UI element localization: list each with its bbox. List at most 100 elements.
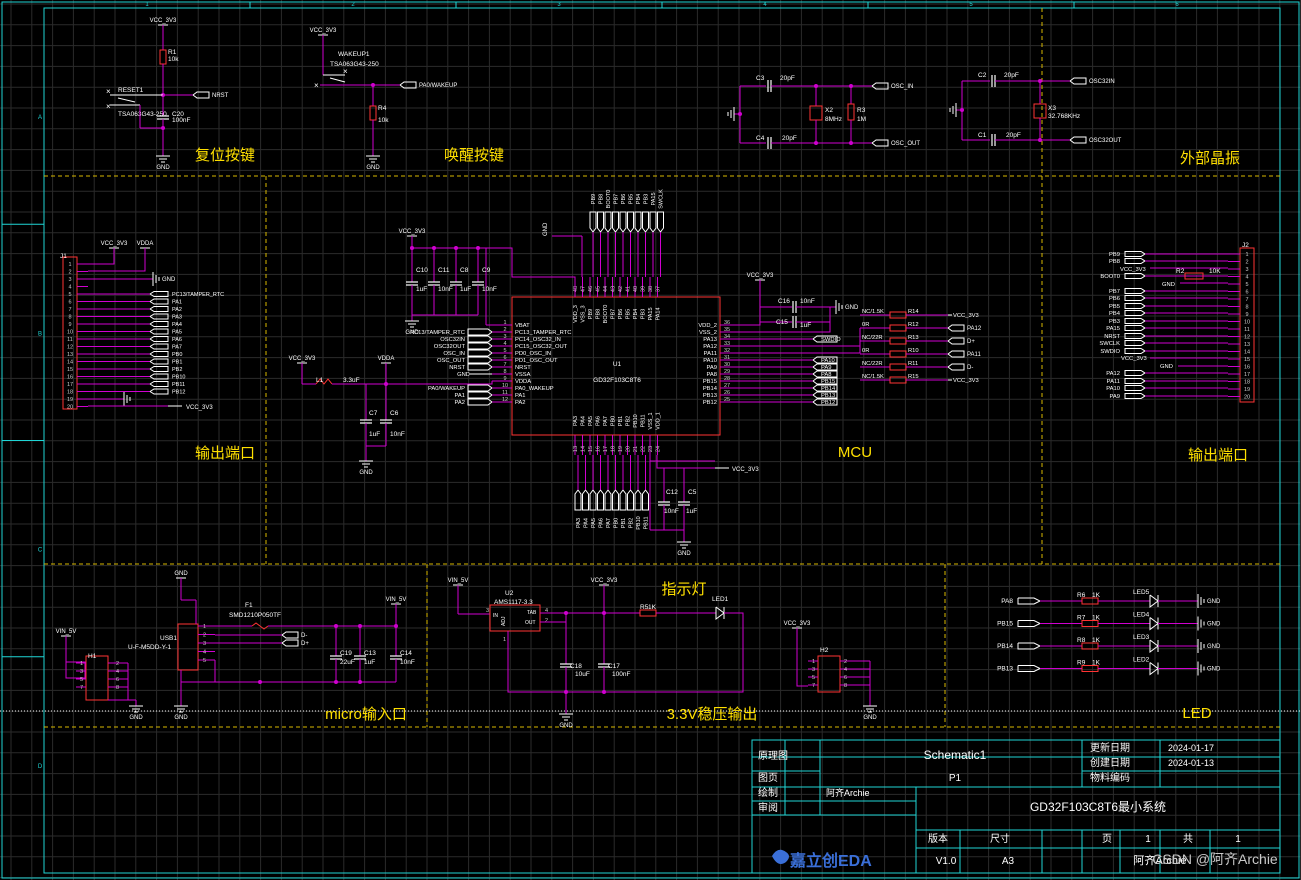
led-symbol: [715, 606, 725, 620]
ref-designator: J1: [60, 253, 67, 260]
net-port: [149, 351, 169, 357]
pin-number: 3: [203, 641, 206, 647]
pin-name: OUT: [525, 620, 536, 626]
pin-name: PB9: [588, 309, 594, 319]
pin-number: 15: [1244, 357, 1250, 363]
wire: [740, 280, 761, 326]
pin-number: 39: [641, 286, 647, 292]
component-value: 10k: [378, 117, 389, 124]
page-number: 1: [1145, 834, 1151, 845]
net-label: PA10: [821, 358, 835, 364]
pin-name: PC14_OSC32_IN: [515, 337, 561, 343]
net-label: PA0/WAKEUP: [428, 386, 465, 392]
net-port: [149, 328, 169, 335]
pin-number: 18: [67, 390, 73, 396]
pin-number: 19: [618, 446, 624, 452]
crystal: [1033, 103, 1047, 119]
column-marker: 4: [763, 2, 767, 8]
pin-number: 4: [844, 667, 847, 673]
pin-name: IN: [493, 613, 498, 619]
resistor: [889, 363, 907, 371]
watermark: CSDN @阿齐Archie: [1152, 851, 1278, 867]
pin-number: 15: [67, 367, 73, 373]
section-title-output-right: 输出端口: [1188, 447, 1248, 464]
no-connect: ×: [343, 67, 348, 76]
net-port: [627, 211, 634, 233]
ref-designator: L1: [316, 377, 324, 384]
junction-dot: [849, 84, 853, 88]
column-marker: 5: [969, 2, 973, 8]
pin-number: 4: [1245, 275, 1248, 281]
junction-dot: [258, 680, 262, 684]
ground-label: GND: [1207, 622, 1221, 628]
net-port: [1069, 136, 1087, 144]
pin-number: 18: [611, 446, 617, 452]
ref-designator: C15: [776, 319, 788, 326]
net-label: PB8: [1109, 259, 1120, 265]
component-value: 0R: [862, 348, 869, 354]
pin-number: 44: [603, 286, 609, 292]
net-label: PB6: [621, 194, 627, 204]
power-label: VCC_3V3: [289, 356, 316, 362]
junction-dot: [564, 611, 568, 615]
component-value: 1K: [1092, 592, 1101, 599]
pin-number: 10: [1244, 320, 1250, 326]
net-port: [612, 211, 619, 233]
resistor: [889, 350, 907, 358]
pin-name: PC13_TAMPER_RTC: [515, 330, 571, 336]
pin-number: 12: [502, 397, 508, 403]
ref-designator: F1: [245, 602, 253, 609]
ref-designator: C18: [570, 663, 582, 670]
ref-designator: R2: [1176, 268, 1185, 275]
ref-designator: C9: [482, 267, 491, 274]
net-port: [582, 489, 589, 511]
net-port: [1124, 288, 1146, 294]
pin-number: 20: [1244, 395, 1250, 401]
pin-name: TAB: [527, 610, 537, 616]
junction-dot: [454, 246, 458, 250]
net-port: [1124, 393, 1146, 399]
pin-number: 7: [812, 683, 815, 689]
section-title-indicator: 指示灯: [661, 581, 706, 598]
pin-number: 14: [581, 446, 587, 452]
component-value: 1uF: [686, 508, 697, 515]
pin-name: BOOT0: [603, 305, 609, 324]
net-port: [947, 337, 965, 345]
component-value: U-F-M5DD-Y-1: [128, 644, 171, 651]
net-port: [619, 211, 627, 233]
pin-number: 13: [1244, 342, 1250, 348]
junction-dot: [334, 680, 338, 684]
ref-designator: R8: [1077, 637, 1086, 644]
pin-name: PA11: [704, 351, 717, 357]
pin-name: PA4: [581, 416, 587, 426]
power-label: VCC_3V3: [784, 621, 811, 627]
net-port: [627, 489, 634, 511]
net-port: [149, 388, 169, 395]
pin-number: 1: [68, 262, 71, 268]
row-marker: D: [38, 764, 43, 770]
pin-number: 47: [581, 286, 587, 292]
ground-label: GND: [405, 330, 419, 336]
component-value: NC/22R: [862, 361, 883, 367]
pin-number: 17: [603, 446, 609, 452]
wire: [88, 248, 146, 272]
pin-number: 16: [67, 375, 73, 381]
net-label: PA4: [584, 518, 590, 528]
net-label: SWDIO: [1100, 349, 1120, 355]
net-port: [1124, 340, 1146, 346]
net-label: PB10: [636, 516, 642, 529]
wire: [740, 341, 861, 354]
net-label: PA1: [172, 300, 182, 306]
net-port: [149, 366, 169, 372]
usb-connector: [177, 623, 199, 671]
net-port: [192, 91, 210, 99]
component-value: 20pF: [782, 135, 797, 142]
net-label: NRST: [1104, 334, 1120, 340]
net-port: [467, 349, 493, 357]
ref-designator: C19: [340, 650, 352, 657]
junction-dot: [849, 141, 853, 145]
pin-number: 12: [1244, 335, 1250, 341]
label-material: 物料编码: [1090, 771, 1130, 784]
net-label: PB11: [644, 516, 650, 529]
row-marker: C: [38, 548, 43, 554]
